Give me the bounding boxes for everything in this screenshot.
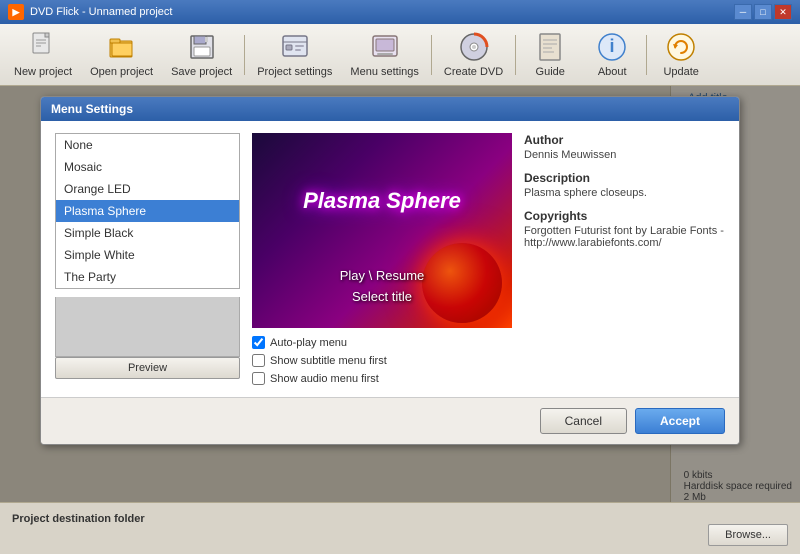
preview-menu-line-2: Select title bbox=[340, 287, 425, 308]
toolbar-update[interactable]: Update bbox=[651, 27, 711, 82]
save-project-icon bbox=[186, 31, 218, 63]
auto-play-label: Auto-play menu bbox=[270, 337, 347, 349]
auto-play-row[interactable]: Auto-play menu bbox=[252, 336, 512, 349]
dialog-body: None Mosaic Orange LED Plasma Sphere Sim… bbox=[41, 121, 739, 397]
menu-item-plasma-sphere[interactable]: Plasma Sphere bbox=[56, 200, 239, 222]
toolbar-menu-settings[interactable]: Menu settings bbox=[342, 27, 426, 82]
preview-panel: Plasma Sphere Play \ Resume Select title… bbox=[252, 133, 512, 385]
dialog-content: None Mosaic Orange LED Plasma Sphere Sim… bbox=[55, 133, 725, 385]
open-project-icon bbox=[106, 31, 138, 63]
toolbar: New project Open project Save project bbox=[0, 24, 800, 86]
browse-button[interactable]: Browse... bbox=[708, 524, 788, 546]
menu-settings-dialog: Menu Settings None Mosaic Orange LED Pla… bbox=[40, 96, 740, 445]
plasma-sphere-decoration bbox=[422, 243, 502, 323]
list-panel: None Mosaic Orange LED Plasma Sphere Sim… bbox=[55, 133, 240, 385]
toolbar-separator-1 bbox=[244, 35, 245, 75]
toolbar-save-project[interactable]: Save project bbox=[163, 27, 240, 82]
app-icon: ▶ bbox=[8, 4, 24, 20]
subtitle-first-label: Show subtitle menu first bbox=[270, 355, 387, 367]
info-panel: Author Dennis Meuwissen Description Plas… bbox=[524, 133, 725, 385]
title-bar-left: ▶ DVD Flick - Unnamed project bbox=[8, 4, 172, 20]
project-settings-label: Project settings bbox=[257, 66, 332, 78]
menu-item-none[interactable]: None bbox=[56, 134, 239, 156]
dialog-overlay: Menu Settings None Mosaic Orange LED Pla… bbox=[0, 86, 800, 554]
menu-item-mosaic[interactable]: Mosaic bbox=[56, 156, 239, 178]
dialog-title: Menu Settings bbox=[51, 102, 133, 116]
svg-text:i: i bbox=[610, 36, 615, 56]
auto-play-checkbox[interactable] bbox=[252, 336, 265, 349]
minimize-button[interactable]: ─ bbox=[734, 4, 752, 20]
toolbar-project-settings[interactable]: Project settings bbox=[249, 27, 340, 82]
main-area: Add title... title... title up down t li… bbox=[0, 86, 800, 554]
new-project-label: New project bbox=[14, 66, 72, 78]
cancel-button[interactable]: Cancel bbox=[540, 408, 627, 434]
preview-checkboxes: Auto-play menu Show subtitle menu first … bbox=[252, 336, 512, 385]
audio-first-row[interactable]: Show audio menu first bbox=[252, 372, 512, 385]
about-label: About bbox=[598, 66, 627, 78]
title-bar: ▶ DVD Flick - Unnamed project ─ □ ✕ bbox=[0, 0, 800, 24]
toolbar-separator-4 bbox=[646, 35, 647, 75]
title-bar-controls: ─ □ ✕ bbox=[734, 4, 792, 20]
author-label: Author bbox=[524, 133, 725, 147]
save-project-label: Save project bbox=[171, 66, 232, 78]
copyrights-label: Copyrights bbox=[524, 209, 725, 223]
project-dest-label: Project destination folder bbox=[12, 511, 145, 525]
menu-settings-icon bbox=[369, 31, 401, 63]
menu-list-empty-area bbox=[55, 297, 240, 357]
toolbar-separator-2 bbox=[431, 35, 432, 75]
toolbar-create-dvd[interactable]: Create DVD bbox=[436, 27, 511, 82]
copyrights-value: Forgotten Futurist font by Larabie Fonts… bbox=[524, 225, 725, 249]
open-project-label: Open project bbox=[90, 66, 153, 78]
menu-item-orange-led[interactable]: Orange LED bbox=[56, 178, 239, 200]
close-button[interactable]: ✕ bbox=[774, 4, 792, 20]
preview-menu-items: Play \ Resume Select title bbox=[340, 266, 425, 308]
menu-settings-label: Menu settings bbox=[350, 66, 418, 78]
maximize-button[interactable]: □ bbox=[754, 4, 772, 20]
description-label: Description bbox=[524, 171, 725, 185]
toolbar-new-project[interactable]: New project bbox=[6, 27, 80, 82]
toolbar-separator-3 bbox=[515, 35, 516, 75]
accept-button[interactable]: Accept bbox=[635, 408, 725, 434]
subtitle-first-checkbox[interactable] bbox=[252, 354, 265, 367]
audio-first-checkbox[interactable] bbox=[252, 372, 265, 385]
menu-list: None Mosaic Orange LED Plasma Sphere Sim… bbox=[55, 133, 240, 289]
update-icon bbox=[665, 31, 697, 63]
menu-item-simple-white[interactable]: Simple White bbox=[56, 244, 239, 266]
project-settings-icon bbox=[279, 31, 311, 63]
window-title: DVD Flick - Unnamed project bbox=[30, 6, 172, 18]
toolbar-guide[interactable]: Guide bbox=[520, 27, 580, 82]
description-value: Plasma sphere closeups. bbox=[524, 187, 725, 199]
about-icon: i bbox=[596, 31, 628, 63]
dialog-footer: Cancel Accept bbox=[41, 397, 739, 444]
subtitle-first-row[interactable]: Show subtitle menu first bbox=[252, 354, 512, 367]
preview-image: Plasma Sphere Play \ Resume Select title bbox=[252, 133, 512, 328]
create-dvd-icon bbox=[458, 31, 490, 63]
menu-item-the-party[interactable]: The Party bbox=[56, 266, 239, 288]
update-label: Update bbox=[663, 66, 698, 78]
guide-icon bbox=[534, 31, 566, 63]
author-value: Dennis Meuwissen bbox=[524, 149, 725, 161]
preview-menu-line-1: Play \ Resume bbox=[340, 266, 425, 287]
preview-title: Plasma Sphere bbox=[303, 188, 461, 214]
dialog-title-bar: Menu Settings bbox=[41, 97, 739, 121]
toolbar-open-project[interactable]: Open project bbox=[82, 27, 161, 82]
guide-label: Guide bbox=[536, 66, 565, 78]
menu-item-simple-black[interactable]: Simple Black bbox=[56, 222, 239, 244]
audio-first-label: Show audio menu first bbox=[270, 373, 379, 385]
create-dvd-label: Create DVD bbox=[444, 66, 503, 78]
project-dest-bar: Project destination folder Browse... bbox=[0, 502, 800, 554]
new-project-icon bbox=[27, 31, 59, 63]
preview-button[interactable]: Preview bbox=[55, 357, 240, 379]
toolbar-about[interactable]: i About bbox=[582, 27, 642, 82]
